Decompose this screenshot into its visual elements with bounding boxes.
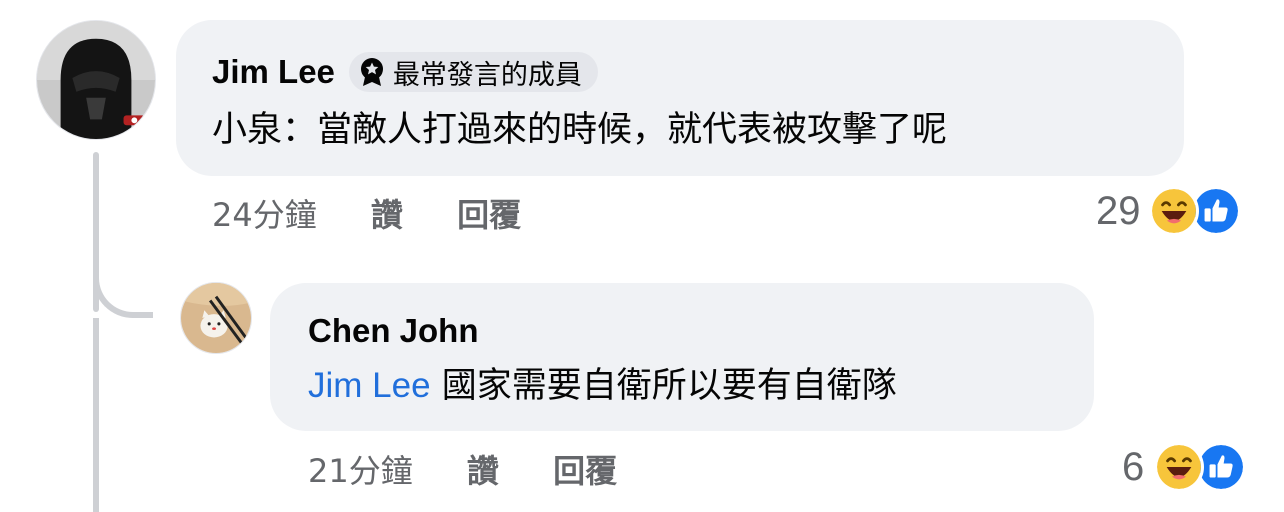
comment-text: Jim Lee 國家需要自衛所以要有自衛隊 bbox=[308, 362, 897, 410]
comment-timestamp[interactable]: 21分鐘 bbox=[308, 452, 413, 490]
reactions-summary[interactable]: 6 bbox=[1122, 442, 1247, 492]
badge-label: 最常發言的成員 bbox=[392, 59, 582, 91]
reaction-count: 29 bbox=[1096, 189, 1141, 233]
comment-author[interactable]: Jim Lee bbox=[212, 52, 335, 92]
reply-button[interactable]: 回覆 bbox=[457, 196, 521, 234]
comment-header: Jim Lee 最常發言的成員 bbox=[212, 52, 598, 92]
cat-figurine-avatar-icon bbox=[181, 283, 251, 353]
comment-bubble: Jim Lee 最常發言的成員 小泉：當敵人打過來的時候，就代表被攻擊了呢 bbox=[176, 20, 1184, 176]
avatar[interactable] bbox=[180, 282, 252, 354]
haha-icon bbox=[1148, 186, 1199, 236]
mention-link[interactable]: Jim Lee bbox=[308, 366, 431, 405]
reply-button[interactable]: 回覆 bbox=[553, 452, 617, 490]
like-button[interactable]: 讚 bbox=[371, 196, 403, 234]
comment-bubble: Chen John Jim Lee 國家需要自衛所以要有自衛隊 bbox=[270, 283, 1094, 431]
helmet-avatar-icon bbox=[37, 21, 155, 139]
comment-timestamp[interactable]: 24分鐘 bbox=[212, 196, 317, 234]
haha-icon bbox=[1154, 442, 1205, 492]
comment-body: 國家需要自衛所以要有自衛隊 bbox=[441, 366, 897, 406]
top-fan-medal-icon bbox=[360, 58, 383, 86]
comment-author[interactable]: Chen John bbox=[308, 311, 479, 351]
reactions-summary[interactable]: 29 bbox=[1096, 186, 1241, 236]
like-button[interactable]: 讚 bbox=[467, 452, 499, 490]
comment-actions: 21分鐘 讚 回覆 bbox=[308, 451, 617, 491]
reaction-count: 6 bbox=[1122, 445, 1145, 489]
comment-text: 小泉：當敵人打過來的時候，就代表被攻擊了呢 bbox=[212, 110, 948, 150]
comment-actions: 24分鐘 讚 回覆 bbox=[212, 195, 521, 235]
top-fan-badge[interactable]: 最常發言的成員 bbox=[348, 52, 598, 92]
thread-line-curve bbox=[93, 262, 153, 318]
avatar[interactable] bbox=[36, 20, 156, 140]
thread-line-continued bbox=[93, 318, 99, 512]
